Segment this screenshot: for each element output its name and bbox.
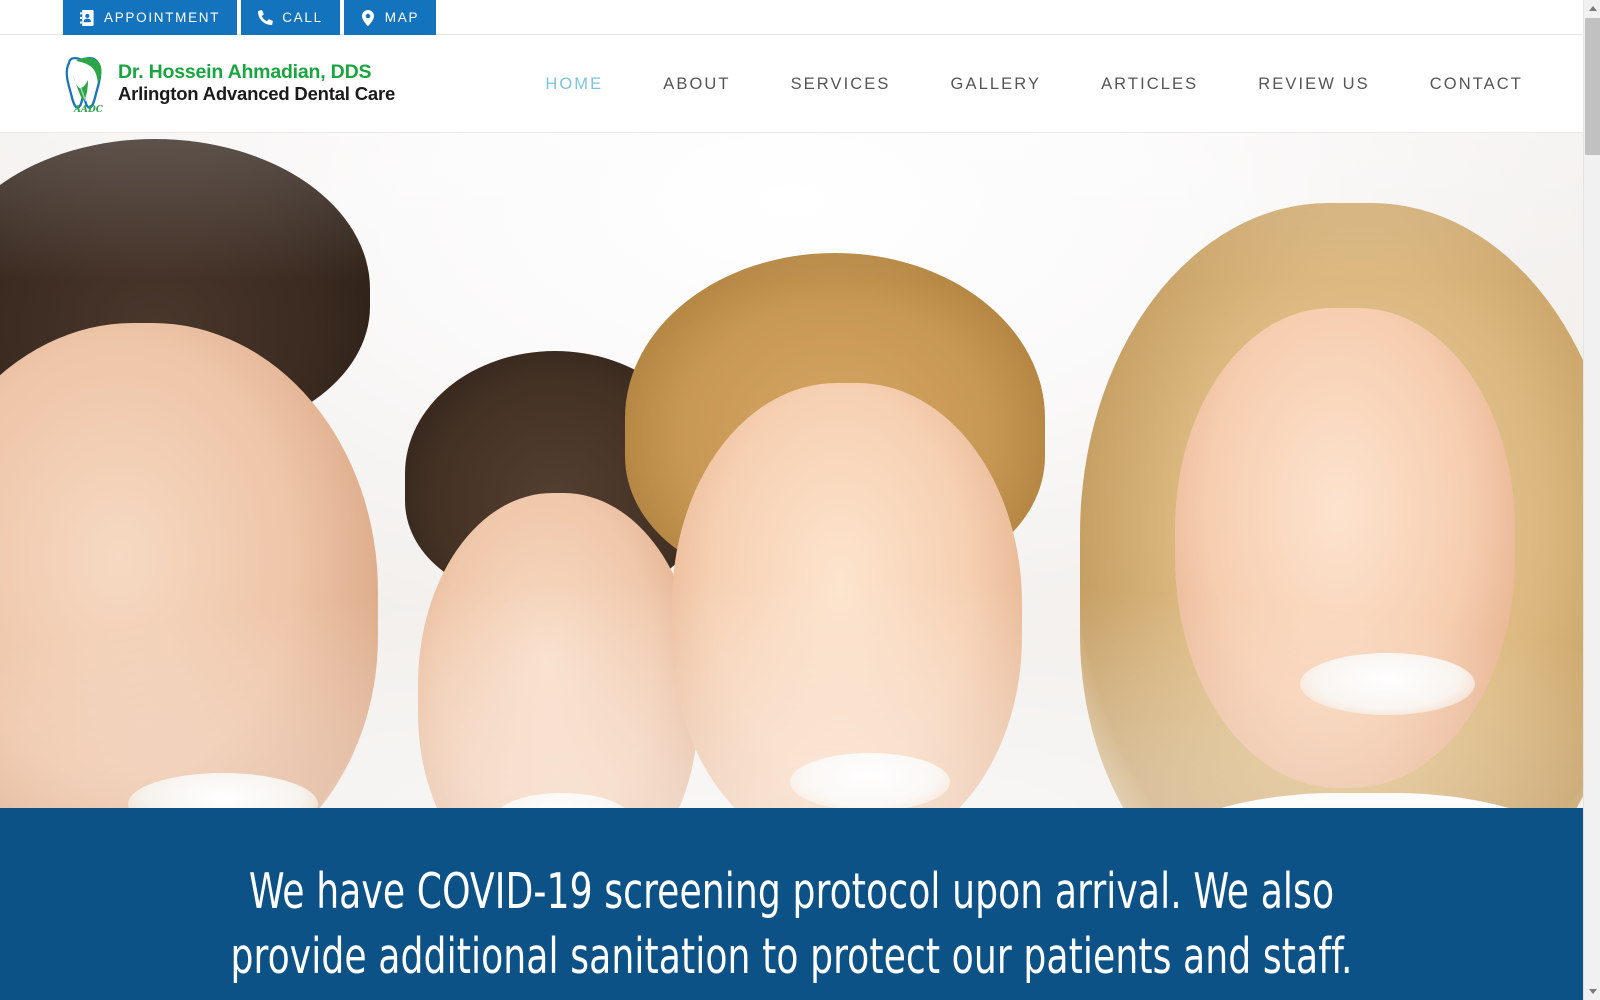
page-scrollbar[interactable] [1583, 0, 1600, 1000]
nav-item-about[interactable]: ABOUT [663, 69, 730, 98]
map-button[interactable]: MAP [343, 0, 437, 35]
tooth-leaf-logo-icon: AADC [60, 53, 112, 115]
chevron-down-icon [1588, 989, 1597, 994]
nav-item-home[interactable]: HOME [545, 69, 603, 98]
call-button[interactable]: CALL [241, 0, 340, 35]
appointment-button-label: APPOINTMENT [104, 9, 221, 25]
chevron-up-icon [1588, 6, 1597, 11]
top-utility-bar: APPOINTMENT CALL MAP [0, 0, 1583, 35]
map-pin-icon [360, 9, 376, 26]
brand-name: Dr. Hossein Ahmadian, DDS [118, 61, 372, 84]
hero-overlay [0, 133, 1583, 808]
brand-tagline: Arlington Advanced Dental Care [118, 83, 396, 105]
covid-notice-text: We have COVID-19 screening protocol upon… [230, 863, 1353, 985]
nav-item-review-us[interactable]: REVIEW US [1258, 69, 1370, 98]
map-button-label: MAP [384, 9, 420, 25]
phone-icon [257, 10, 273, 26]
scrollbar-thumb[interactable] [1585, 18, 1600, 155]
site-header: AADC Dr. Hossein Ahmadian, DDS Arlington… [0, 35, 1583, 133]
nav-item-services[interactable]: SERVICES [791, 69, 891, 98]
brand-logo[interactable]: AADC Dr. Hossein Ahmadian, DDS Arlington… [60, 53, 395, 115]
appointment-button[interactable]: APPOINTMENT [63, 0, 238, 35]
nav-item-gallery[interactable]: GALLERY [951, 69, 1042, 98]
hero-banner [0, 133, 1583, 808]
main-navigation: HOME ABOUT SERVICES GALLERY ARTICLES REV… [545, 69, 1523, 98]
scrollbar-up-button[interactable] [1584, 0, 1600, 17]
browser-viewport: APPOINTMENT CALL MAP AADC Dr. Hossein Ah… [0, 0, 1583, 1000]
svg-text:AADC: AADC [73, 105, 104, 115]
scrollbar-down-button[interactable] [1584, 983, 1600, 1000]
address-book-icon [79, 9, 95, 26]
nav-item-articles[interactable]: ARTICLES [1101, 69, 1198, 98]
hero-family-photo [0, 133, 1583, 808]
covid-notice-banner: We have COVID-19 screening protocol upon… [0, 808, 1583, 1000]
call-button-label: CALL [282, 9, 323, 25]
nav-item-contact[interactable]: CONTACT [1430, 69, 1523, 98]
page-root: APPOINTMENT CALL MAP AADC Dr. Hossein Ah… [0, 0, 1600, 1000]
